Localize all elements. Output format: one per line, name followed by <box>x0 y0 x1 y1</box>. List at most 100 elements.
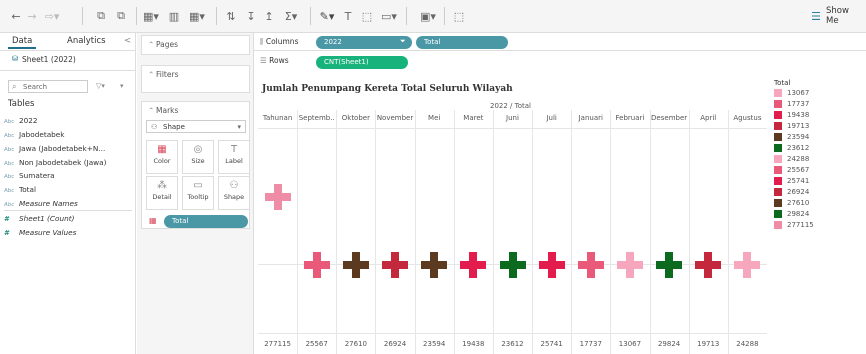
color-button[interactable]: ▦ Color <box>146 140 178 174</box>
plus-mark[interactable] <box>656 252 683 278</box>
filter-fields-icon[interactable]: ▽▾ <box>96 82 105 90</box>
search-input[interactable]: ⌕ Search <box>8 80 88 93</box>
total-value-label: 13067 <box>618 340 642 348</box>
column-header[interactable]: Oktober <box>336 114 375 122</box>
legend-item[interactable]: 19438 <box>774 110 809 120</box>
plus-mark[interactable] <box>382 252 409 278</box>
plus-mark[interactable] <box>538 252 565 278</box>
plus-mark[interactable] <box>342 252 369 278</box>
column-header[interactable]: Juni <box>493 114 532 122</box>
total-value-label: 23612 <box>501 340 524 348</box>
legend-item[interactable]: 25567 <box>774 165 809 175</box>
field-item[interactable]: Abc Non Jabodetabek (Jawa) <box>4 158 106 167</box>
legend-label: 29824 <box>787 210 810 218</box>
field-item[interactable]: Abc Jabodetabek <box>4 130 65 139</box>
filters-card[interactable]: ⌃ Filters <box>141 65 250 93</box>
column-header[interactable]: Agustus <box>728 114 767 122</box>
total-value-label: 24288 <box>736 340 759 348</box>
collapse-pane-button[interactable]: < <box>124 36 131 46</box>
tab-analytics[interactable]: Analytics <box>67 36 106 46</box>
plus-mark[interactable] <box>577 252 604 278</box>
legend-label: 24288 <box>787 155 810 163</box>
legend-item[interactable]: 27610 <box>774 198 809 208</box>
new-sheet-icon[interactable]: ⧉ <box>94 8 108 24</box>
plus-mark[interactable] <box>734 252 761 278</box>
columns-pill-total[interactable]: Total <box>416 36 508 49</box>
legend-swatch <box>774 166 782 174</box>
legend-item[interactable]: 17737 <box>774 99 809 109</box>
legend-label: 19713 <box>787 122 810 130</box>
swap-rows-icon[interactable]: ⇅ <box>224 8 238 24</box>
plus-mark[interactable] <box>695 252 722 278</box>
column-header[interactable]: Juli <box>532 114 571 122</box>
tab-data[interactable]: Data <box>12 36 32 46</box>
legend-item[interactable]: 13067 <box>774 88 809 98</box>
sort-icon[interactable]: ▥ <box>166 8 182 24</box>
presentation-icon[interactable]: ▣▾ <box>418 8 438 24</box>
legend-item[interactable]: 277115 <box>774 220 814 230</box>
marks-total-pill[interactable]: Total <box>164 215 248 228</box>
pages-card[interactable]: ⌃ Pages <box>141 35 250 55</box>
annotate-icon[interactable]: ⬚ <box>360 8 374 24</box>
fit-icon[interactable]: ▭▾ <box>380 8 398 24</box>
tooltip-toggle-icon[interactable]: ⬚ <box>452 8 466 24</box>
column-header[interactable]: Septemb.. <box>297 114 336 122</box>
chart-area: Jumlah Penumpang Kereta Total Seluruh Wi… <box>254 70 767 354</box>
column-divider <box>453 110 455 354</box>
field-item[interactable]: Abc Sumatera <box>4 171 55 180</box>
text-label-icon[interactable]: T <box>342 8 354 24</box>
shape-button[interactable]: ⚇ Shape <box>218 176 250 210</box>
legend-swatch <box>774 111 782 119</box>
column-header-title: 2022 / Total <box>490 102 531 110</box>
column-header[interactable]: Desember <box>650 114 689 122</box>
mark-type-select[interactable]: ⚇ Shape ▾ <box>146 120 246 133</box>
tooltip-button[interactable]: ▭ Tooltip <box>182 176 214 210</box>
legend-label: 17737 <box>787 100 810 108</box>
totals-icon[interactable]: Σ▾ <box>284 8 298 24</box>
column-header[interactable]: Januari <box>571 114 610 122</box>
column-header[interactable]: November <box>375 114 414 122</box>
field-item[interactable]: Abc Total <box>4 185 36 194</box>
swap-icon[interactable]: ▦▾ <box>142 8 160 24</box>
detail-button[interactable]: ⁂ Detail <box>146 176 178 210</box>
forward-icon[interactable]: → <box>26 8 38 24</box>
legend-item[interactable]: 23594 <box>774 132 809 142</box>
legend-item[interactable]: 29824 <box>774 209 809 219</box>
column-header[interactable]: Maret <box>454 114 493 122</box>
sort-asc-icon[interactable]: ↧ <box>244 8 258 24</box>
plus-mark[interactable] <box>616 252 643 278</box>
tables-heading: Tables <box>8 99 35 109</box>
column-header[interactable]: April <box>689 114 728 122</box>
plus-mark[interactable] <box>421 252 448 278</box>
column-header[interactable]: Tahunan <box>258 114 297 122</box>
legend-item[interactable]: 23612 <box>774 143 809 153</box>
label-button[interactable]: T Label <box>218 140 250 174</box>
legend-item[interactable]: 25741 <box>774 176 809 186</box>
redo-icon[interactable]: ⇨▾ <box>42 8 62 24</box>
column-header[interactable]: Februari <box>610 114 649 122</box>
show-me-button[interactable]: Show Me <box>826 6 864 26</box>
columns-pill-2022[interactable]: 2022 <box>316 36 412 49</box>
plus-mark[interactable] <box>264 184 291 210</box>
back-icon[interactable]: ← <box>10 8 22 24</box>
highlight-icon[interactable]: ✎▾ <box>318 8 336 24</box>
column-header[interactable]: Mei <box>415 114 454 122</box>
size-button[interactable]: ◎ Size <box>182 140 214 174</box>
field-item[interactable]: # Measure Values <box>4 228 76 237</box>
legend-item[interactable]: 26924 <box>774 187 809 197</box>
field-item[interactable]: Abc Measure Names <box>4 199 78 208</box>
field-item[interactable]: # Sheet1 (Count) <box>4 214 74 223</box>
legend-item[interactable]: 19713 <box>774 121 809 131</box>
field-item[interactable]: Abc Jawa (Jabodetabek+N... <box>4 144 105 153</box>
view-options-icon[interactable]: ▾ <box>120 82 124 90</box>
plus-mark[interactable] <box>499 252 526 278</box>
plus-mark[interactable] <box>303 252 330 278</box>
sort-desc-icon[interactable]: ↥ <box>262 8 276 24</box>
duplicate-sheet-icon[interactable]: ⧉ <box>114 8 128 24</box>
clear-sheet-icon[interactable]: ▦▾ <box>188 8 206 24</box>
datasource-name[interactable]: Sheet1 (2022) <box>22 55 76 64</box>
plus-mark[interactable] <box>460 252 487 278</box>
field-item[interactable]: Abc 2022 <box>4 116 38 125</box>
rows-pill-cnt[interactable]: CNT(Sheet1) <box>316 56 408 69</box>
legend-item[interactable]: 24288 <box>774 154 809 164</box>
